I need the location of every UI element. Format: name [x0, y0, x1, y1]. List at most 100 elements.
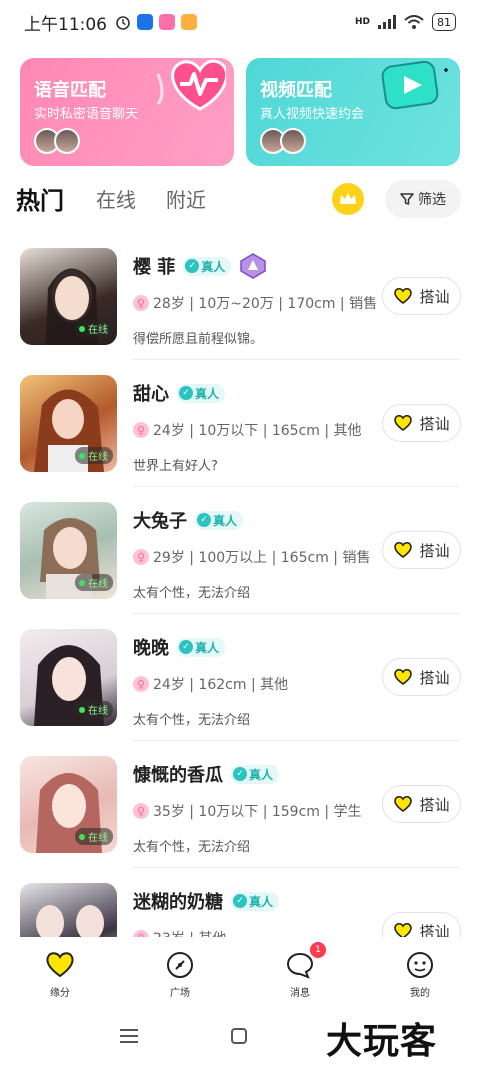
tab-nearby[interactable]: 附近	[166, 184, 206, 213]
nav-item-mine[interactable]: 我的	[360, 938, 480, 1010]
voice-match-card[interactable]: 语音匹配 实时私密语音聊天	[20, 58, 234, 166]
list-item[interactable]: 迷糊的奶糖 ✓真人 ♀ 23岁 | 其他 搭讪	[0, 868, 480, 937]
female-icon: ♀	[133, 422, 149, 438]
user-name[interactable]: 樱 菲	[133, 253, 175, 279]
chat-up-button[interactable]: 搭讪	[382, 531, 461, 569]
status-app-icons	[115, 14, 197, 30]
vip-crown-button[interactable]	[332, 183, 364, 215]
user-name-row: 晚晚 ✓ 真人	[133, 634, 226, 660]
real-label: 真人	[213, 513, 238, 528]
user-info: ♀ 28岁 | 10万~20万 | 170cm | 销售	[133, 293, 377, 313]
tab-hot[interactable]: 热门	[16, 181, 64, 216]
user-photo[interactable]: 在线	[20, 756, 117, 853]
user-name[interactable]: 慷慨的香瓜	[133, 761, 223, 787]
nav-label: 我的	[410, 988, 430, 999]
heart-icon	[394, 287, 413, 304]
status-right: HD 81	[355, 13, 456, 31]
chat-up-label: 搭讪	[419, 541, 450, 560]
user-details: 35岁 | 10万以下 | 159cm | 学生	[153, 804, 362, 820]
battery-indicator: 81	[432, 13, 456, 31]
video-match-avatars	[260, 128, 306, 154]
user-details: 24岁 | 162cm | 其他	[153, 677, 289, 693]
online-badge: 在线	[75, 320, 113, 337]
home-icon[interactable]	[231, 1028, 247, 1044]
user-photo[interactable]: 在线	[20, 502, 117, 599]
video-match-card[interactable]: 视频匹配 真人视频快速约会	[246, 58, 460, 166]
tab-online[interactable]: 在线	[96, 184, 136, 213]
user-name[interactable]: 晚晚	[133, 634, 169, 660]
female-icon: ♀	[133, 676, 149, 692]
status-time: 上午11:06	[24, 14, 107, 35]
online-label: 在线	[88, 833, 108, 844]
online-label: 在线	[88, 579, 108, 590]
user-bio: 太有个性，无法介绍	[133, 713, 251, 728]
chat-up-button[interactable]: 搭讪	[382, 277, 461, 315]
online-label: 在线	[88, 325, 108, 336]
user-name-row: 慷慨的香瓜 ✓ 真人	[133, 761, 280, 787]
female-icon: ♀	[133, 295, 149, 311]
list-item[interactable]: 在线 晚晚 ✓ 真人 ♀ 24岁 | 162cm | 其他 太有个性，无法介绍 搭…	[0, 614, 480, 741]
heart-icon	[394, 668, 413, 685]
user-name[interactable]: 迷糊的奶糖	[133, 888, 223, 914]
user-photo[interactable]: 在线	[20, 375, 117, 472]
feed-tabs: 热门 在线 附近 筛选	[0, 180, 480, 220]
user-name-row: 甜心 ✓ 真人	[133, 380, 226, 406]
list-item[interactable]: 在线 慷慨的香瓜 ✓ 真人 ♀ 35岁 | 10万以下 | 159cm | 学生 …	[0, 741, 480, 868]
check-icon: ✓	[179, 386, 193, 400]
online-badge: 在线	[75, 701, 113, 718]
list-item[interactable]: 在线 甜心 ✓ 真人 ♀ 24岁 | 10万以下 | 165cm | 其他 世界上…	[0, 360, 480, 487]
user-details: 28岁 | 10万~20万 | 170cm | 销售	[153, 296, 378, 312]
heart-icon	[394, 414, 413, 431]
check-icon: ✓	[179, 640, 193, 654]
real-person-badge: ✓ 真人	[195, 510, 244, 530]
real-label: 真人	[195, 386, 220, 401]
heart-icon	[394, 795, 413, 812]
nav-label: 缘分	[50, 988, 70, 999]
nav-item-messages[interactable]: 1 消息	[240, 938, 360, 1010]
wifi-icon	[404, 15, 424, 29]
video-play-icon	[381, 60, 448, 110]
check-icon: ✓	[233, 767, 247, 781]
user-name[interactable]: 大兔子	[133, 507, 187, 533]
user-name-row: 迷糊的奶糖 ✓ 真人	[133, 888, 280, 914]
nav-item-square[interactable]: 广场	[120, 938, 240, 1010]
filter-icon	[400, 193, 414, 205]
check-icon: ✓	[197, 513, 211, 527]
video-match-title: 视频匹配	[260, 80, 332, 101]
chat-up-button[interactable]: 搭讪	[382, 912, 461, 937]
chat-up-button[interactable]: 搭讪	[382, 658, 461, 696]
compass-icon	[165, 950, 195, 980]
crown-icon	[340, 193, 356, 204]
chat-up-label: 搭讪	[419, 795, 450, 814]
online-label: 在线	[88, 706, 108, 717]
user-info: ♀ 23岁 | 其他	[133, 928, 226, 937]
portrait-illustration	[36, 905, 104, 937]
chat-up-button[interactable]: 搭讪	[382, 785, 461, 823]
recent-apps-icon[interactable]	[120, 1028, 138, 1044]
user-name[interactable]: 甜心	[133, 380, 169, 406]
user-name-row: 大兔子 ✓ 真人	[133, 507, 244, 533]
user-photo[interactable]: 在线	[20, 248, 117, 345]
list-item[interactable]: 在线 樱 菲 ✓ 真人 ♀ 28岁 | 10万~20万 | 170cm | 销售 …	[0, 233, 480, 360]
nav-label: 消息	[290, 988, 310, 999]
real-label: 真人	[195, 640, 220, 655]
user-info: ♀ 35岁 | 10万以下 | 159cm | 学生	[133, 801, 362, 821]
app-notify-icon-pink	[159, 14, 175, 30]
online-dot	[79, 706, 85, 713]
system-nav-bar: 大玩客	[0, 1010, 480, 1067]
message-count-badge: 1	[310, 942, 326, 958]
chat-up-label: 搭讪	[419, 668, 450, 687]
user-details: 29岁 | 100万以上 | 165cm | 销售	[153, 550, 371, 566]
user-photo[interactable]: 在线	[20, 629, 117, 726]
signal-icon	[378, 15, 396, 29]
user-photo[interactable]	[20, 883, 117, 937]
online-dot	[79, 325, 85, 332]
bottom-nav: 缘分 广场 1 消息 我的	[0, 938, 480, 1010]
filter-button[interactable]: 筛选	[385, 180, 461, 218]
list-item[interactable]: 在线 大兔子 ✓ 真人 ♀ 29岁 | 100万以上 | 165cm | 销售 太…	[0, 487, 480, 614]
video-match-subtitle: 真人视频快速约会	[260, 107, 365, 122]
female-icon: ♀	[133, 803, 149, 819]
nav-item-fate[interactable]: 缘分	[0, 938, 120, 1010]
heart-icon	[45, 950, 75, 980]
chat-up-button[interactable]: 搭讪	[382, 404, 461, 442]
